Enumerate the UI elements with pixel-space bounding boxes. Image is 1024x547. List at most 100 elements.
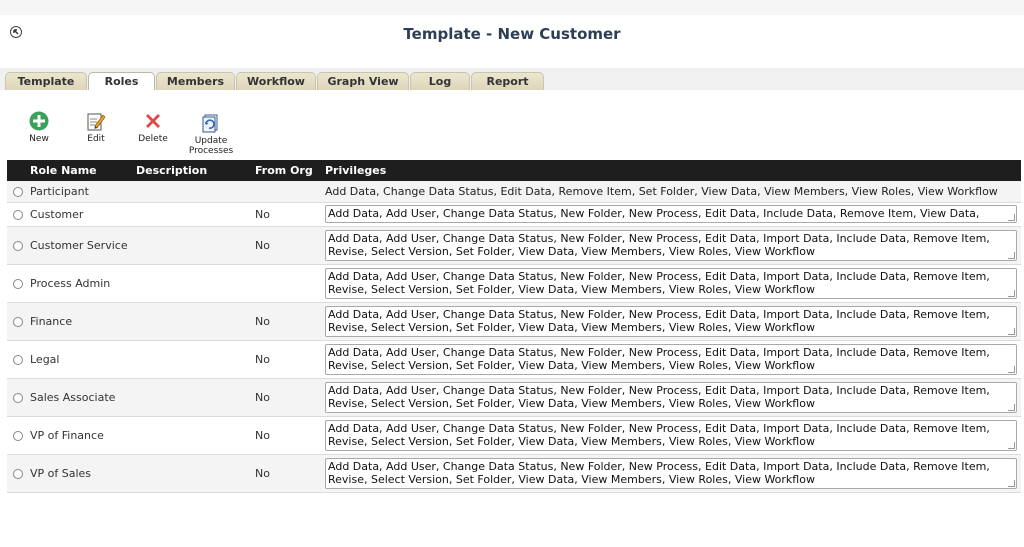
role-from-org: No — [255, 302, 325, 341]
header-description: Description — [136, 160, 255, 181]
role-description — [136, 378, 255, 417]
toolbar: New Edit Delete Update Processes — [0, 90, 1024, 160]
resize-handle-icon[interactable] — [1008, 365, 1015, 373]
role-from-org — [255, 181, 325, 203]
tab-template[interactable]: Template — [5, 72, 87, 90]
update-processes-button[interactable]: Update Processes — [188, 112, 234, 156]
row-radio[interactable] — [13, 209, 23, 220]
privileges-textarea[interactable]: Add Data, Add User, Change Data Status, … — [325, 419, 1017, 451]
header-from-org: From Org — [255, 160, 325, 181]
update-processes-icon — [202, 114, 218, 133]
role-name: VP of Sales — [30, 454, 136, 493]
resize-handle-icon[interactable] — [1008, 327, 1015, 335]
role-description — [136, 181, 255, 203]
row-radio[interactable] — [13, 186, 23, 197]
privileges-textarea[interactable]: Add Data, Add User, Change Data Status, … — [325, 305, 1017, 337]
update-label-line2: Processes — [188, 146, 234, 156]
role-privileges: Add Data, Change Data Status, Edit Data,… — [325, 184, 998, 198]
resize-handle-icon[interactable] — [1008, 403, 1015, 411]
role-from-org — [255, 264, 325, 303]
page-title: Template - New Customer — [403, 25, 621, 43]
role-description — [136, 226, 255, 265]
role-from-org: No — [255, 340, 325, 379]
header-role-name: Role Name — [30, 160, 136, 181]
role-privileges: Add Data, Add User, Change Data Status, … — [328, 345, 990, 372]
tab-workflow[interactable]: Workflow — [236, 72, 316, 90]
role-name: Customer — [30, 202, 136, 227]
row-radio[interactable] — [13, 468, 23, 479]
role-privileges: Add Data, Add User, Change Data Status, … — [328, 231, 990, 258]
role-description — [136, 302, 255, 341]
row-radio[interactable] — [13, 316, 23, 327]
new-label: New — [29, 134, 49, 144]
privileges-textarea[interactable]: Add Data, Add User, Change Data Status, … — [325, 267, 1017, 299]
plus-circle-icon — [29, 111, 49, 131]
role-from-org: No — [255, 226, 325, 265]
role-name: Sales Associate — [30, 378, 136, 417]
role-description — [136, 416, 255, 455]
edit-button[interactable]: Edit — [81, 110, 111, 144]
top-strip — [0, 0, 1024, 15]
tab-roles[interactable]: Roles — [88, 72, 155, 91]
table-row[interactable]: Legal No Add Data, Add User, Change Data… — [7, 340, 1021, 379]
role-description — [136, 340, 255, 379]
delete-button[interactable]: Delete — [136, 110, 170, 144]
edit-label: Edit — [87, 134, 105, 144]
role-name: VP of Finance — [30, 416, 136, 455]
role-name: Process Admin — [30, 264, 136, 303]
resize-handle-icon[interactable] — [1008, 479, 1015, 487]
privileges-textarea[interactable]: Add Data, Add User, Change Data Status, … — [325, 381, 1017, 413]
role-from-org: No — [255, 416, 325, 455]
resize-handle-icon[interactable] — [1008, 214, 1015, 221]
role-privileges: Add Data, Add User, Change Data Status, … — [328, 269, 990, 296]
role-privileges: Add Data, Add User, Change Data Status, … — [328, 421, 990, 448]
delete-label: Delete — [138, 134, 168, 144]
resize-handle-icon[interactable] — [1008, 289, 1015, 297]
role-description — [136, 264, 255, 303]
privileges-textarea[interactable]: Add Data, Add User, Change Data Status, … — [325, 205, 1017, 223]
role-description — [136, 202, 255, 227]
table-row[interactable]: Sales Associate No Add Data, Add User, C… — [7, 378, 1021, 417]
role-from-org: No — [255, 454, 325, 493]
row-radio[interactable] — [13, 430, 23, 441]
table-row[interactable]: VP of Sales No Add Data, Add User, Chang… — [7, 454, 1021, 493]
roles-table: Role Name Description From Org Privilege… — [7, 160, 1021, 493]
privileges-textarea[interactable]: Add Data, Add User, Change Data Status, … — [325, 457, 1017, 489]
role-name: Participant — [30, 181, 136, 203]
privileges-textarea[interactable]: Add Data, Add User, Change Data Status, … — [325, 343, 1017, 375]
red-x-icon — [146, 114, 160, 128]
role-privileges: Add Data, Add User, Change Data Status, … — [328, 459, 990, 486]
table-row[interactable]: Process Admin Add Data, Add User, Change… — [7, 264, 1021, 303]
header-select — [7, 160, 30, 181]
table-row[interactable]: Customer No Add Data, Add User, Change D… — [7, 202, 1021, 227]
role-name: Legal — [30, 340, 136, 379]
role-from-org: No — [255, 202, 325, 227]
role-from-org: No — [255, 378, 325, 417]
row-radio[interactable] — [13, 278, 23, 289]
pencil-note-icon — [87, 113, 106, 131]
row-radio[interactable] — [13, 240, 23, 251]
role-name: Finance — [30, 302, 136, 341]
role-privileges: Add Data, Add User, Change Data Status, … — [328, 207, 980, 220]
new-button[interactable]: New — [24, 110, 54, 144]
role-privileges: Add Data, Add User, Change Data Status, … — [328, 307, 990, 334]
table-row[interactable]: VP of Finance No Add Data, Add User, Cha… — [7, 416, 1021, 455]
privileges-textarea[interactable]: Add Data, Add User, Change Data Status, … — [325, 229, 1017, 261]
table-header-row: Role Name Description From Org Privilege… — [7, 160, 1021, 181]
tab-log[interactable]: Log — [410, 72, 470, 90]
table-row[interactable]: Customer Service No Add Data, Add User, … — [7, 226, 1021, 265]
role-description — [136, 454, 255, 493]
tab-members[interactable]: Members — [156, 72, 235, 90]
tab-report[interactable]: Report — [471, 72, 544, 90]
tab-graph-view[interactable]: Graph View — [317, 72, 409, 90]
table-row[interactable]: Participant Add Data, Change Data Status… — [7, 181, 1021, 203]
row-radio[interactable] — [13, 354, 23, 365]
page-header: Template - New Customer — [0, 15, 1024, 68]
table-row[interactable]: Finance No Add Data, Add User, Change Da… — [7, 302, 1021, 341]
row-radio[interactable] — [13, 392, 23, 403]
update-label-line1: Update — [194, 136, 228, 146]
role-privileges: Add Data, Add User, Change Data Status, … — [328, 383, 990, 410]
resize-handle-icon[interactable] — [1008, 441, 1015, 449]
role-name: Customer Service — [30, 226, 136, 265]
resize-handle-icon[interactable] — [1008, 251, 1015, 259]
